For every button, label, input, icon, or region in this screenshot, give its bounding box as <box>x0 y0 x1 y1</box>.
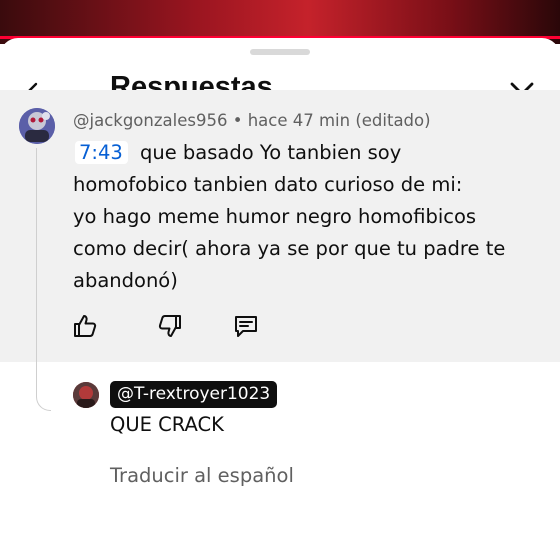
thumbs-up-icon <box>74 315 97 337</box>
comment-text: 7:43 que basado Yo tanbien soy homofobic… <box>73 137 533 297</box>
comment-line-text: que basado Yo tanbien soy <box>140 141 402 164</box>
comment-time: hace 47 min (editado) <box>247 111 431 130</box>
translate-link[interactable]: Traducir al español <box>110 464 294 487</box>
mention-chip[interactable]: @T-rextroyer1023 <box>110 381 278 408</box>
avatar-image-icon <box>73 382 99 408</box>
timestamp-link[interactable]: 7:43 <box>75 141 128 164</box>
comment-meta: @jackgonzales956 • hace 47 min (editado) <box>73 111 431 130</box>
comment-line: como decir( ahora ya se por que tu padre… <box>73 237 506 260</box>
comment-line: 7:43 que basado Yo tanbien soy <box>73 137 533 169</box>
thread-connector-line <box>36 148 51 411</box>
thumbs-down-icon <box>158 315 181 337</box>
dislike-button[interactable] <box>155 311 185 341</box>
like-button[interactable] <box>70 311 100 341</box>
drag-handle[interactable] <box>250 49 310 55</box>
comment-line: homofobico tanbien dato curioso de mi: <box>73 173 463 196</box>
reply-avatar[interactable] <box>73 382 99 408</box>
comment-author[interactable]: @jackgonzales956 <box>73 111 227 130</box>
reply-comment-icon <box>235 316 257 337</box>
reply-button[interactable] <box>231 311 261 341</box>
meta-separator: • <box>227 111 248 130</box>
avatar-image-icon <box>19 108 55 144</box>
avatar[interactable] <box>19 108 55 144</box>
reply-text: QUE CRACK <box>110 413 224 436</box>
comment-line: yo hago meme humor negro homofibicos <box>73 205 477 228</box>
comment-line: abandonó) <box>73 269 178 292</box>
